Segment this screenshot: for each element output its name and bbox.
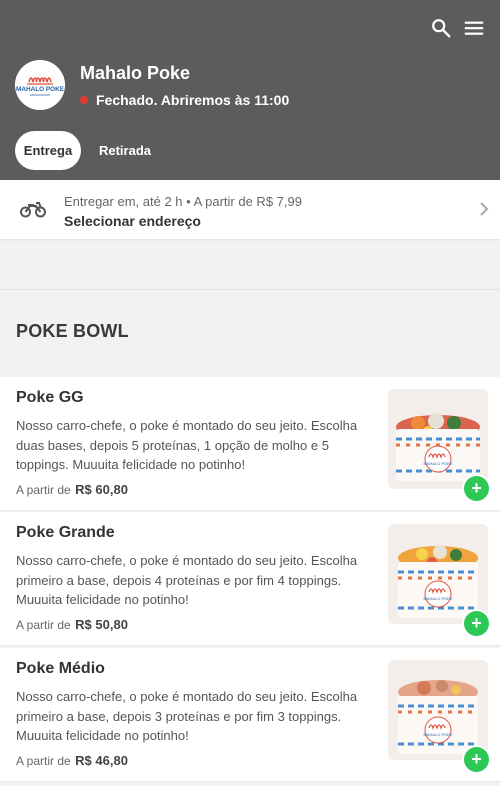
item-image: MAHALO POKE: [388, 660, 488, 760]
item-name: Poke GG: [16, 389, 84, 406]
status-text: Fechado. Abriremos às 11:00: [96, 92, 290, 108]
add-item-button[interactable]: +: [464, 747, 489, 772]
svg-text:MAHALO POKE: MAHALO POKE: [423, 596, 452, 601]
svg-text:MAHALO POKE: MAHALO POKE: [16, 86, 65, 93]
item-image: MAHALO POKE: [388, 389, 488, 489]
item-name: Poke Médio: [16, 660, 105, 677]
status-dot: [80, 96, 88, 104]
menu-icon[interactable]: [463, 17, 485, 39]
item-description: Nosso carro-chefe, o poke é montado do s…: [16, 689, 358, 743]
item-price: A partir de R$ 60,80: [16, 481, 128, 499]
price-value: R$ 46,80: [75, 753, 128, 768]
search-icon[interactable]: [430, 17, 452, 39]
item-description: Nosso carro-chefe, o poke é montado do s…: [16, 418, 358, 472]
price-value: R$ 50,80: [75, 617, 128, 632]
store-name: Mahalo Poke: [80, 63, 191, 83]
delivery-info: Entregar em, até 2 h • A partir de R$ 7,…: [64, 194, 302, 209]
tab-entrega[interactable]: Entrega: [15, 131, 81, 170]
price-value: R$ 60,80: [75, 482, 128, 497]
delivery-address-selector[interactable]: Entregar em, até 2 h • A partir de R$ 7,…: [0, 180, 500, 239]
chevron-right-icon[interactable]: [478, 202, 490, 216]
item-price: A partir de R$ 50,80: [16, 616, 128, 634]
store-header: MAHALO POKE Mahalo Poke Fechado. Abrirem…: [0, 0, 500, 180]
tab-retirada[interactable]: Retirada: [90, 131, 160, 170]
store-status: Fechado. Abriremos às 11:00: [80, 92, 289, 108]
select-address-label: Selecionar endereço: [64, 213, 201, 229]
store-logo: MAHALO POKE: [15, 60, 65, 110]
menu-item[interactable]: Poke GG Nosso carro-chefe, o poke é mont…: [0, 377, 500, 511]
section-title: POKE BOWL: [16, 321, 129, 341]
item-image: MAHALO POKE: [388, 524, 488, 624]
price-prefix: A partir de: [16, 618, 71, 632]
item-price: A partir de R$ 46,80: [16, 752, 128, 770]
svg-text:MAHALO POKE: MAHALO POKE: [423, 461, 452, 466]
menu-item[interactable]: Poke Médio Nosso carro-chefe, o poke é m…: [0, 648, 500, 782]
add-item-button[interactable]: +: [464, 611, 489, 636]
item-description: Nosso carro-chefe, o poke é montado do s…: [16, 553, 358, 607]
menu-item[interactable]: Poke Grande Nosso carro-chefe, o poke é …: [0, 512, 500, 646]
motorcycle-icon: [20, 202, 46, 218]
svg-text:MAHALO POKE: MAHALO POKE: [423, 732, 452, 737]
add-item-button[interactable]: +: [464, 476, 489, 501]
item-name: Poke Grande: [16, 524, 115, 541]
section-divider: [0, 289, 500, 290]
price-prefix: A partir de: [16, 754, 71, 768]
price-prefix: A partir de: [16, 483, 71, 497]
